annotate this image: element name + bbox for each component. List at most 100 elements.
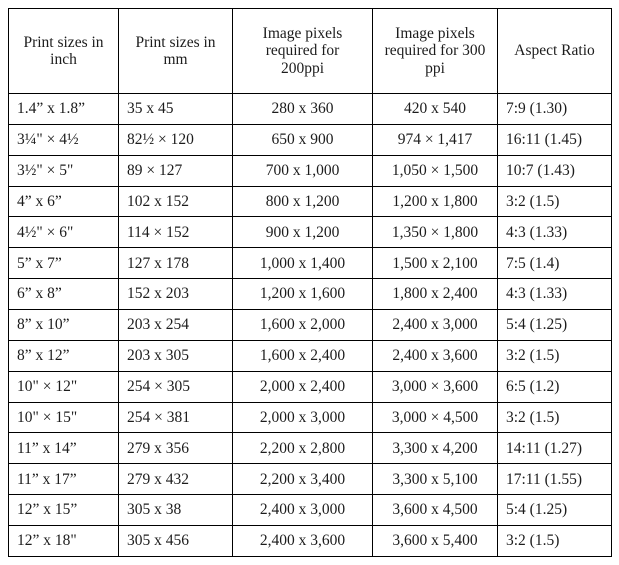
- column-header-line: required for 300: [384, 42, 486, 60]
- cell-print-size-mm: 152 x 203: [118, 278, 233, 311]
- cell-print-size-mm: 127 x 178: [118, 247, 233, 280]
- cell-print-size-inch: 4½" × 6": [8, 216, 119, 249]
- column-header-line: Print sizes in: [135, 33, 216, 51]
- cell-print-size-mm: 203 x 305: [118, 339, 233, 372]
- table-row: 6” x 8” 152 x 203 1,200 x 1,600 1,800 x 2,4…: [8, 278, 612, 311]
- cell-aspect-ratio: 3:2 (1.5): [497, 401, 612, 434]
- cell-pixels-300ppi: 3,600 x 5,400: [372, 525, 498, 557]
- cell-print-size-inch: 6” x 8”: [8, 278, 119, 311]
- cell-aspect-ratio: 3:2 (1.5): [497, 185, 612, 218]
- cell-print-size-mm: 254 × 381: [118, 401, 233, 434]
- column-header-line: inch: [50, 51, 77, 68]
- cell-aspect-ratio: 3:2 (1.5): [497, 525, 612, 557]
- cell-pixels-200ppi: 280 x 360: [232, 93, 373, 125]
- cell-pixels-200ppi: 2,000 x 3,000: [232, 401, 373, 434]
- table-row: 3½" × 5" 89 × 127 700 x 1,000 1,050 × 1,500…: [8, 154, 612, 187]
- cell-aspect-ratio: 5:4 (1.25): [497, 309, 612, 341]
- table-row: 4” x 6” 102 x 152 800 x 1,200 1,200 x 1,800…: [8, 185, 612, 218]
- cell-aspect-ratio: 4:3 (1.33): [497, 216, 612, 249]
- column-header-line: required for: [265, 42, 340, 60]
- table-row: 3¼" × 4½ 82½ × 120 650 x 900 974 × 1,417 16:…: [8, 123, 612, 156]
- cell-print-size-inch: 5” x 7”: [8, 247, 119, 280]
- table-body: 1.4” x 1.8” 35 x 45 280 x 360 420 x 540 7:9 …: [8, 93, 612, 557]
- print-size-table: Print sizes in inch Print sizes in mm Image …: [8, 8, 612, 557]
- column-header-aspect: Aspect Ratio: [497, 8, 612, 94]
- cell-pixels-200ppi: 2,400 x 3,600: [232, 525, 373, 557]
- cell-print-size-mm: 35 x 45: [118, 93, 233, 125]
- column-header-line: Aspect Ratio: [514, 42, 595, 60]
- column-header-pixels-300: Image pixels required for 300 ppi: [372, 8, 498, 94]
- cell-print-size-mm: 279 x 432: [118, 463, 233, 496]
- cell-print-size-inch: 12” x 15”: [8, 494, 119, 527]
- cell-pixels-300ppi: 1,800 x 2,400: [372, 278, 498, 311]
- cell-pixels-200ppi: 650 x 900: [232, 123, 373, 156]
- cell-aspect-ratio: 10:7 (1.43): [497, 154, 612, 187]
- cell-pixels-300ppi: 2,400 x 3,000: [372, 309, 498, 341]
- column-header-line: 200ppi: [280, 59, 325, 77]
- cell-print-size-mm: 114 × 152: [118, 216, 233, 249]
- cell-print-size-inch: 3¼" × 4½: [8, 123, 119, 156]
- cell-aspect-ratio: 5:4 (1.25): [497, 494, 612, 527]
- table-row: 5” x 7” 127 x 178 1,000 x 1,400 1,500 x 2,1…: [8, 247, 612, 280]
- table-row: 1.4” x 1.8” 35 x 45 280 x 360 420 x 540 7:9 …: [8, 93, 612, 125]
- table-row: 8” x 10” 203 x 254 1,600 x 2,000 2,400 x 3,…: [8, 309, 612, 341]
- cell-aspect-ratio: 14:11 (1.27): [497, 432, 612, 465]
- cell-print-size-inch: 1.4” x 1.8”: [8, 93, 119, 125]
- cell-pixels-300ppi: 1,200 x 1,800: [372, 185, 498, 218]
- table-row: 10" × 12" 254 × 305 2,000 x 2,400 3,000 × 3…: [8, 370, 612, 403]
- table-row: 12” x 15” 305 x 38 2,400 x 3,000 3,600 x 4,…: [8, 494, 612, 527]
- cell-print-size-mm: 82½ × 120: [118, 123, 233, 156]
- cell-pixels-200ppi: 2,400 x 3,000: [232, 494, 373, 527]
- cell-print-size-mm: 254 × 305: [118, 370, 233, 403]
- cell-pixels-300ppi: 2,400 x 3,600: [372, 339, 498, 372]
- cell-print-size-inch: 10" × 12": [8, 370, 119, 403]
- table-row: 8” x 12” 203 x 305 1,600 x 2,400 2,400 x 3,…: [8, 339, 612, 372]
- cell-print-size-inch: 8” x 10”: [8, 309, 119, 341]
- cell-pixels-300ppi: 974 × 1,417: [372, 123, 498, 156]
- cell-pixels-300ppi: 1,350 × 1,800: [372, 216, 498, 249]
- table-row: 4½" × 6" 114 × 152 900 x 1,200 1,350 × 1,80…: [8, 216, 612, 249]
- table-row: 12” x 18" 305 x 456 2,400 x 3,600 3,600 x 5…: [8, 525, 612, 557]
- cell-print-size-inch: 12” x 18": [8, 525, 119, 557]
- column-header-print-inch: Print sizes in inch: [8, 8, 119, 94]
- print-size-table-container: Print sizes in inch Print sizes in mm Image …: [8, 8, 612, 557]
- header-row: Print sizes in inch Print sizes in mm Image …: [8, 8, 612, 94]
- cell-pixels-200ppi: 1,200 x 1,600: [232, 278, 373, 311]
- cell-print-size-mm: 89 × 127: [118, 154, 233, 187]
- cell-pixels-300ppi: 3,600 x 4,500: [372, 494, 498, 527]
- cell-print-size-mm: 102 x 152: [118, 185, 233, 218]
- cell-pixels-200ppi: 2,200 x 3,400: [232, 463, 373, 496]
- cell-aspect-ratio: 16:11 (1.45): [497, 123, 612, 156]
- cell-pixels-300ppi: 1,500 x 2,100: [372, 247, 498, 280]
- cell-aspect-ratio: 17:11 (1.55): [497, 463, 612, 496]
- cell-pixels-300ppi: 3,300 x 5,100: [372, 463, 498, 496]
- cell-pixels-200ppi: 1,600 x 2,000: [232, 309, 373, 341]
- cell-pixels-200ppi: 700 x 1,000: [232, 154, 373, 187]
- column-header-line: Image pixels: [262, 24, 343, 42]
- column-header-pixels-200: Image pixels required for 200ppi: [232, 8, 373, 94]
- cell-print-size-mm: 305 x 456: [118, 525, 233, 557]
- cell-print-size-inch: 11” x 17”: [8, 463, 119, 496]
- cell-pixels-300ppi: 3,000 × 4,500: [372, 401, 498, 434]
- cell-pixels-200ppi: 800 x 1,200: [232, 185, 373, 218]
- cell-print-size-mm: 305 x 38: [118, 494, 233, 527]
- cell-pixels-200ppi: 2,200 x 2,800: [232, 432, 373, 465]
- column-header-print-mm: Print sizes in mm: [118, 8, 233, 94]
- cell-pixels-200ppi: 2,000 x 2,400: [232, 370, 373, 403]
- cell-pixels-300ppi: 1,050 × 1,500: [372, 154, 498, 187]
- column-header-line: mm: [163, 51, 188, 68]
- column-header-line: Print sizes in: [23, 33, 104, 51]
- cell-print-size-inch: 3½" × 5": [8, 154, 119, 187]
- cell-print-size-inch: 11” x 14”: [8, 432, 119, 465]
- table-header: Print sizes in inch Print sizes in mm Image …: [8, 8, 612, 94]
- cell-aspect-ratio: 7:5 (1.4): [497, 247, 612, 280]
- cell-pixels-300ppi: 420 x 540: [372, 93, 498, 125]
- table-row: 11” x 14” 279 x 356 2,200 x 2,800 3,300 x 4…: [8, 432, 612, 465]
- cell-pixels-300ppi: 3,000 × 3,600: [372, 370, 498, 403]
- cell-aspect-ratio: 3:2 (1.5): [497, 339, 612, 372]
- cell-pixels-200ppi: 900 x 1,200: [232, 216, 373, 249]
- column-header-line: ppi: [425, 59, 445, 77]
- table-row: 11” x 17” 279 x 432 2,200 x 3,400 3,300 x 5…: [8, 463, 612, 496]
- table-row: 10" × 15" 254 × 381 2,000 x 3,000 3,000 × 4…: [8, 401, 612, 434]
- column-header-line: Image pixels: [395, 24, 475, 42]
